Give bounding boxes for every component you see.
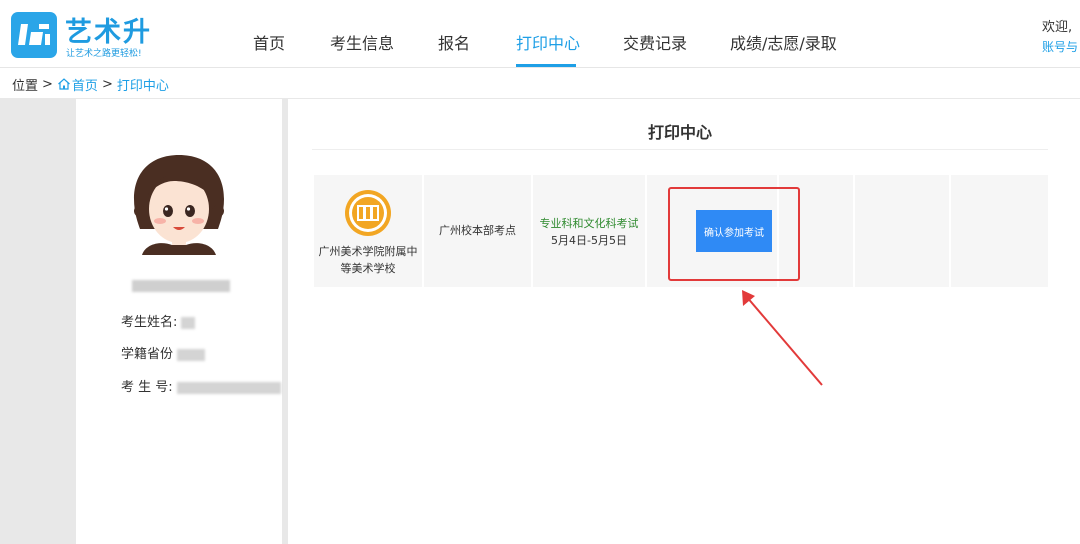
logo-mark-icon (11, 12, 57, 58)
school-emblem-icon (345, 190, 391, 236)
exam-row: 广州美术学院附属中等美术学校 广州校本部考点 专业科和文化科考试 5月4日-5月… (314, 175, 1048, 287)
breadcrumb-prefix: 位置 (12, 78, 39, 94)
school-name: 广州美术学院附属中等美术学校 (318, 245, 418, 275)
title-divider (312, 149, 1048, 150)
profile-panel: 考生姓名: 学籍省份 考 生 号: (76, 99, 282, 544)
exam-number-field: 考 生 号: (121, 376, 281, 395)
nav-student-info[interactable]: 考生信息 (330, 30, 394, 54)
nav-registration[interactable]: 报名 (438, 30, 470, 54)
exam-dates: 5月4日-5月5日 (551, 234, 627, 247)
active-tab-indicator (516, 64, 576, 67)
print-center-panel: 打印中心 广州美术学院附属中等美术学校 广州校本部考点 专业科和文化科考试 5月… (288, 99, 1080, 544)
redacted-value (176, 381, 281, 394)
exam-number-label: 考 生 号: (121, 380, 173, 395)
header: 艺术升 让艺术之路更轻松! 首页 考生信息 报名 打印中心 交费记录 成绩/志愿… (0, 0, 1080, 68)
avatar (134, 155, 224, 255)
exam-point-cell: 广州校本部考点 (424, 175, 531, 287)
exam-subject: 专业科和文化科考试 (539, 217, 639, 230)
exam-point: 广州校本部考点 (439, 224, 516, 237)
brand-logo[interactable]: 艺术升 让艺术之路更轻松! (11, 12, 151, 62)
nav-print-center[interactable]: 打印中心 (516, 30, 580, 54)
breadcrumb: 位置 > 首页 > 打印中心 (12, 75, 169, 94)
empty-cell (951, 175, 1048, 287)
breadcrumb-separator: > (42, 76, 53, 92)
student-name-label: 考生姓名: (121, 315, 178, 330)
page-title: 打印中心 (647, 123, 712, 142)
province-field: 学籍省份 (121, 343, 206, 362)
exam-subject-cell: 专业科和文化科考试 5月4日-5月5日 (533, 175, 645, 287)
brand-slogan: 让艺术之路更轻松! (66, 49, 142, 59)
highlight-box (668, 187, 800, 281)
brand-name: 艺术升 (65, 17, 152, 48)
breadcrumb-home-link[interactable]: 首页 (72, 75, 98, 94)
province-label: 学籍省份 (121, 347, 174, 362)
home-icon (58, 78, 70, 90)
empty-cell (855, 175, 949, 287)
school-cell: 广州美术学院附属中等美术学校 (314, 175, 422, 287)
breadcrumb-current[interactable]: 打印中心 (117, 75, 169, 94)
redacted-value (181, 316, 196, 329)
nav-home[interactable]: 首页 (253, 30, 285, 54)
redacted-value (177, 348, 206, 361)
student-name-field: 考生姓名: (121, 311, 196, 330)
student-name-redacted (132, 280, 230, 292)
nav-scores-admission[interactable]: 成绩/志愿/录取 (730, 30, 837, 54)
welcome-text: 欢迎, (1042, 20, 1073, 35)
breadcrumb-separator: > (101, 76, 113, 92)
account-link[interactable]: 账号与 (1042, 38, 1078, 55)
nav-payment-records[interactable]: 交费记录 (623, 30, 687, 54)
